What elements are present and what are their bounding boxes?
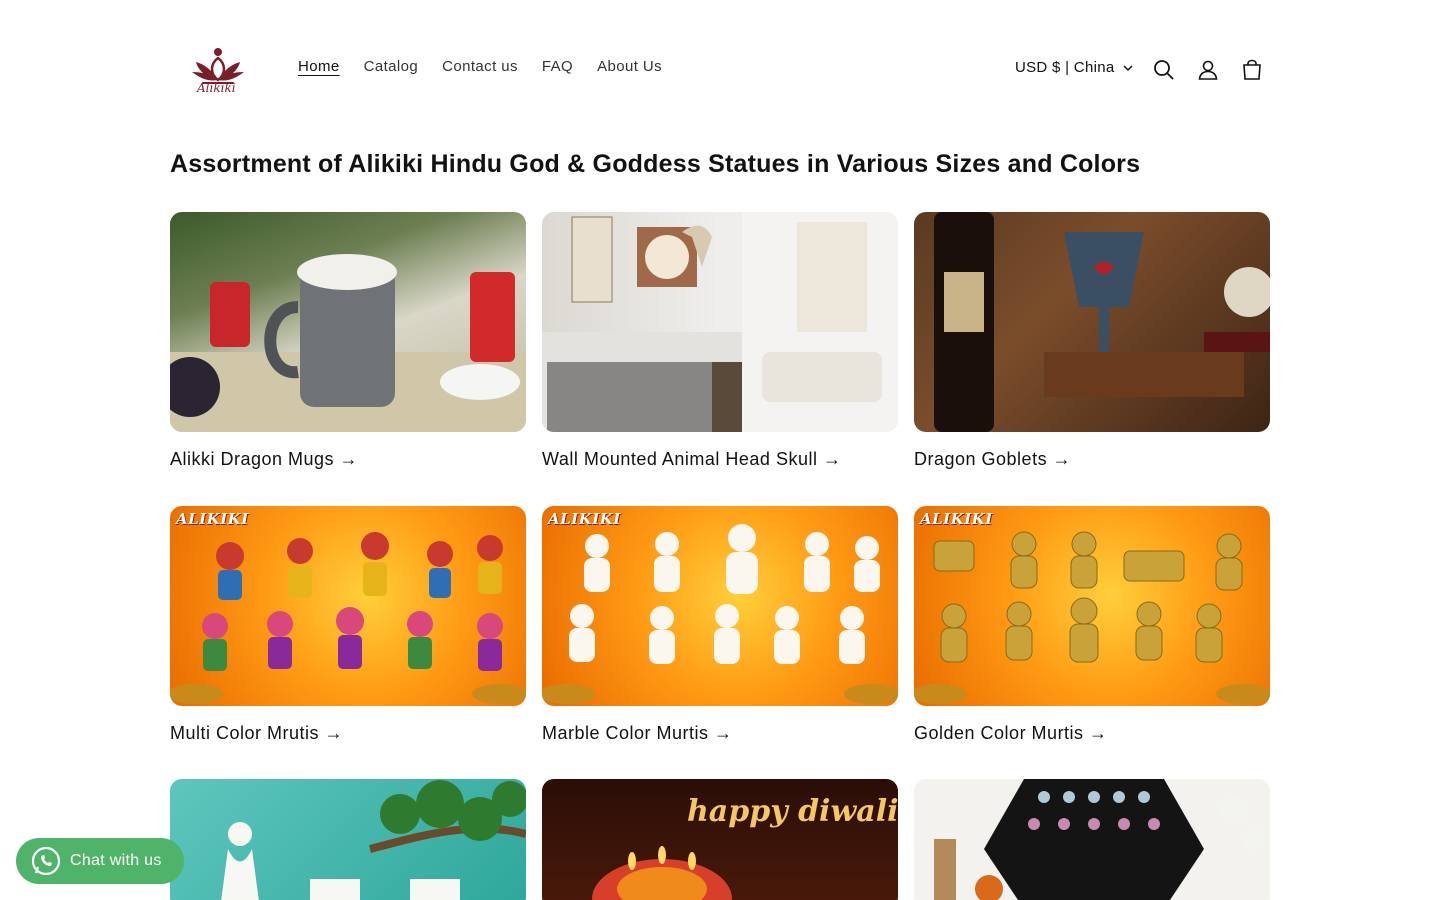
nav-item-faq[interactable]: FAQ <box>542 58 573 75</box>
collection-card-dragon-goblets[interactable]: Dragon Goblets → <box>914 212 1270 470</box>
collection-card-marble-color[interactable]: ALIKIKI Marble Color Murtis → <box>542 506 898 744</box>
collection-title[interactable]: Wall Mounted Animal Head Skull → <box>542 449 898 470</box>
collection-image[interactable]: happy diwali <box>542 779 898 900</box>
locale-label: USD $ | China <box>1015 59 1115 76</box>
collection-image[interactable] <box>542 212 898 432</box>
nav-item-catalog[interactable]: Catalog <box>364 58 419 75</box>
image-brand-tag: ALIKIKI <box>920 510 993 528</box>
collection-title[interactable]: Marble Color Murtis → <box>542 723 898 744</box>
collection-card-9[interactable] <box>914 779 1270 900</box>
goblet-photo <box>934 212 1270 432</box>
nav-item-home[interactable]: Home <box>298 58 340 75</box>
collection-card-8[interactable]: happy diwali <box>542 779 898 900</box>
multi-color-murtis-photo <box>170 532 526 704</box>
image-brand-tag: ALIKIKI <box>548 510 621 528</box>
collection-card-multi-color[interactable]: ALIKIKI Multi Color Mrutis → <box>170 506 526 744</box>
collection-title[interactable]: Golden Color Murtis → <box>914 723 1270 744</box>
collection-image[interactable] <box>170 779 526 900</box>
collection-card-7[interactable] <box>170 779 526 900</box>
collection-image[interactable] <box>914 779 1270 900</box>
marble-murtis-photo <box>542 524 898 704</box>
crystal-display-photo <box>934 779 1266 900</box>
yoga-figure-photo <box>221 780 526 900</box>
wall-decor-photo <box>542 212 898 432</box>
collection-image[interactable]: ALIKIKI <box>914 506 1270 706</box>
collection-card-golden-color[interactable]: ALIKIKI Golden Color Murtis → <box>914 506 1270 744</box>
collection-image[interactable]: ALIKIKI <box>542 506 898 706</box>
collection-title[interactable]: Dragon Goblets → <box>914 449 1270 470</box>
chat-label: Chat with us <box>70 852 162 869</box>
diwali-photo: happy diwali <box>592 794 898 900</box>
currency-country-selector[interactable]: USD $ | China <box>1015 59 1133 76</box>
collection-title[interactable]: Multi Color Mrutis → <box>170 723 526 744</box>
collection-card-animal-skull[interactable]: Wall Mounted Animal Head Skull → <box>542 212 898 470</box>
collection-list-heading: Assortment of Alikiki Hindu God & Goddes… <box>170 150 1141 178</box>
collection-image[interactable] <box>170 212 526 432</box>
nav-item-contact[interactable]: Contact us <box>442 58 518 75</box>
image-brand-tag: ALIKIKI <box>176 510 249 528</box>
collection-title[interactable]: Alikki Dragon Mugs → <box>170 449 526 470</box>
dragon-mug-photo <box>170 254 526 432</box>
cart-icon[interactable] <box>1240 58 1264 82</box>
whatsapp-icon <box>31 846 61 876</box>
golden-murtis-photo <box>914 531 1270 704</box>
chat-with-us-button[interactable]: Chat with us <box>16 838 184 884</box>
collection-card-dragon-mugs[interactable]: Alikki Dragon Mugs → <box>170 212 526 470</box>
search-icon[interactable] <box>1152 58 1176 82</box>
chevron-down-icon <box>1122 64 1133 71</box>
account-icon[interactable] <box>1196 58 1220 82</box>
collection-image[interactable]: ALIKIKI <box>170 506 526 706</box>
image-brand-tag: happy diwali <box>687 794 898 829</box>
site-header: Alikiki Home Catalog Contact us FAQ Abou… <box>170 30 1270 110</box>
main-nav: Home Catalog Contact us FAQ About Us <box>298 58 686 75</box>
logo-text: Alikiki <box>197 81 236 95</box>
nav-item-about[interactable]: About Us <box>597 58 662 75</box>
collection-image[interactable] <box>914 212 1270 432</box>
